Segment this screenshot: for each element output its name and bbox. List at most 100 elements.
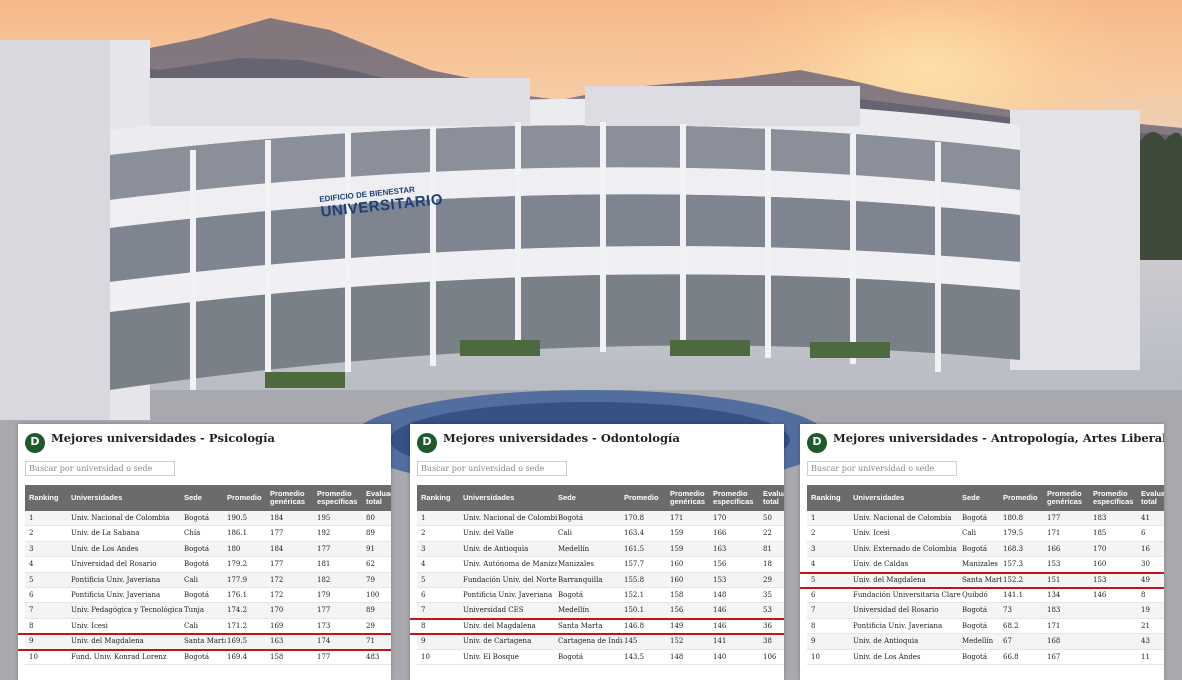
cell-evaluacion-total: 35 <box>763 590 772 599</box>
table-header: Ranking Universidades Sede Promedio Promedio… <box>417 485 784 511</box>
cell-evaluacion-total: 81 <box>763 544 772 553</box>
cell-ranking: 6 <box>811 590 816 599</box>
ranking-table: Ranking Universidades Sede Promedio Promedio… <box>807 485 1164 665</box>
cell-promedio-especificas: 177 <box>317 544 331 553</box>
cell-universidades: Univ. Nacional de Colombia <box>463 514 557 522</box>
cell-evaluacion-total: 62 <box>366 560 375 569</box>
column-header-sede[interactable]: Sede <box>962 485 1002 511</box>
cell-promedio-especificas: 146 <box>1093 590 1107 599</box>
cell-universidades: Fundación Univ. del Norte <box>463 575 557 584</box>
cell-promedio-genericas: 183 <box>1047 606 1061 615</box>
cell-evaluacion-total: 89 <box>366 606 375 615</box>
cell-evaluacion-total: 18 <box>763 560 772 569</box>
cell-ranking: 6 <box>29 590 34 599</box>
cell-sede: Medellín <box>558 606 590 615</box>
cell-promedio: 177.9 <box>227 575 248 584</box>
cell-sede: Bogotá <box>962 544 988 553</box>
cell-universidades: Pontificia Univ. Javeriana <box>463 590 553 599</box>
cell-ranking: 5 <box>421 575 426 584</box>
table-row: 1 Univ. Nacional de Colombia Bogotá 180.8 17… <box>807 511 1164 527</box>
column-header-evaluacion-total[interactable]: Evaluación total <box>763 485 784 511</box>
cell-ranking: 4 <box>811 560 816 569</box>
table-row: 6 Pontificia Univ. Javeriana Bogotá 176.1 17… <box>25 588 391 604</box>
column-header-ranking[interactable]: Ranking <box>421 485 461 511</box>
cell-evaluacion-total: 43 <box>1141 637 1150 646</box>
cell-ranking: 10 <box>811 652 820 661</box>
column-header-promedio-genericas[interactable]: Promedio genéricas <box>1047 485 1092 511</box>
column-header-promedio[interactable]: Promedio <box>227 485 269 511</box>
cell-promedio-genericas: 163 <box>270 637 284 646</box>
cell-evaluacion-total: 71 <box>366 637 375 646</box>
column-header-sede[interactable]: Sede <box>184 485 226 511</box>
cell-universidades: Univ. de Los Andes <box>853 652 921 661</box>
cell-sede: Cartagena de Indias <box>558 637 623 646</box>
cell-sede: Santa Marta <box>962 575 1002 584</box>
cell-promedio-genericas: 177 <box>270 529 284 538</box>
table-row: 10 Fund. Univ. Konrad Lorenz Bogotá 169.4 15… <box>25 650 391 665</box>
cell-promedio-genericas: 151 <box>1047 575 1061 584</box>
cell-promedio: 161.5 <box>624 544 645 553</box>
cell-sede: Bogotá <box>558 652 584 661</box>
table-row: 1 Univ. Nacional de Colombia Bogotá 170.8 17… <box>417 511 784 527</box>
column-header-promedio-genericas[interactable]: Promedio genéricas <box>270 485 316 511</box>
cell-promedio-especificas: 183 <box>1093 514 1107 522</box>
cell-universidades: Pontificia Univ. Javeriana <box>853 621 943 630</box>
cell-promedio-genericas: 171 <box>670 514 684 522</box>
cell-evaluacion-total: 8 <box>1141 590 1146 599</box>
cell-evaluacion-total: 49 <box>1141 575 1150 584</box>
cell-ranking: 2 <box>421 529 426 538</box>
cell-promedio-genericas: 168 <box>1047 637 1061 646</box>
column-header-ranking[interactable]: Ranking <box>811 485 851 511</box>
cell-ranking: 9 <box>811 637 816 646</box>
cell-promedio-genericas: 171 <box>1047 529 1061 538</box>
table-row: 7 Universidad CES Medellín 150.1 156 146 53 <box>417 603 784 619</box>
column-header-promedio[interactable]: Promedio <box>624 485 669 511</box>
search-input[interactable] <box>807 461 957 476</box>
column-header-promedio[interactable]: Promedio <box>1003 485 1046 511</box>
column-header-evaluacion-total[interactable]: Evaluación total <box>1141 485 1164 511</box>
cell-universidades: Fundación Universitaria Claretiana <box>853 590 961 599</box>
search-input[interactable] <box>417 461 567 476</box>
table-row: 3 Univ. de Los Andes Bogotá 180 184 177 91 <box>25 541 391 558</box>
column-header-universidades[interactable]: Universidades <box>853 485 961 511</box>
search-input[interactable] <box>25 461 175 476</box>
cell-ranking: 10 <box>29 652 38 661</box>
cell-evaluacion-total: 6 <box>1141 529 1146 538</box>
cell-promedio-genericas: 170 <box>270 606 284 615</box>
column-header-universidades[interactable]: Universidades <box>71 485 183 511</box>
cell-universidades: Univ. del Magdalena <box>71 637 144 646</box>
cell-promedio-especificas: 177 <box>317 606 331 615</box>
cell-promedio-genericas: 177 <box>1047 514 1061 522</box>
column-header-promedio-especificas[interactable]: Promedio específicas <box>713 485 761 511</box>
table-row: 3 Univ. Externado de Colombia Bogotá 168.3 1… <box>807 541 1164 558</box>
cell-promedio: 179.2 <box>227 560 248 569</box>
column-header-sede[interactable]: Sede <box>558 485 623 511</box>
table-row: 8 Pontificia Univ. Javeriana Bogotá 68.2 171… <box>807 619 1164 635</box>
cell-promedio-genericas: 172 <box>270 575 284 584</box>
dinero-logo: D <box>25 433 45 453</box>
cell-evaluacion-total: 30 <box>1141 560 1150 569</box>
cell-promedio: 176.1 <box>227 590 248 599</box>
cell-sede: Cali <box>558 529 573 538</box>
table-row: 2 Univ. Icesi Cali 179.5 171 185 6 <box>807 526 1164 542</box>
column-header-promedio-genericas[interactable]: Promedio genéricas <box>670 485 712 511</box>
cell-evaluacion-total: 21 <box>1141 621 1150 630</box>
cell-universidades: Univ. de Los Andes <box>71 544 139 553</box>
column-header-evaluacion-total[interactable]: Evaluación total <box>366 485 391 511</box>
cell-promedio-especificas: 182 <box>317 575 331 584</box>
cell-evaluacion-total: 89 <box>366 529 375 538</box>
table-row: 5 Pontificia Univ. Javeriana Cali 177.9 172 1… <box>25 572 391 588</box>
cell-ranking: 3 <box>811 544 816 553</box>
cell-promedio-especificas: 181 <box>317 560 331 569</box>
column-header-universidades[interactable]: Universidades <box>463 485 557 511</box>
cell-promedio-genericas: 153 <box>1047 560 1061 569</box>
cell-promedio: 180.8 <box>1003 514 1024 522</box>
column-header-promedio-especificas[interactable]: Promedio específicas <box>317 485 365 511</box>
table-row: 9 Univ. de Antioquia Medellín 67 168 43 <box>807 634 1164 650</box>
column-header-promedio-especificas[interactable]: Promedio específicas <box>1093 485 1140 511</box>
highlight-line <box>410 633 784 636</box>
cell-promedio: 169.4 <box>227 652 248 661</box>
column-header-ranking[interactable]: Ranking <box>29 485 69 511</box>
cell-universidades: Univ. de La Sabana <box>71 529 140 538</box>
cell-universidades: Pontificia Univ. Javeriana <box>71 590 161 599</box>
